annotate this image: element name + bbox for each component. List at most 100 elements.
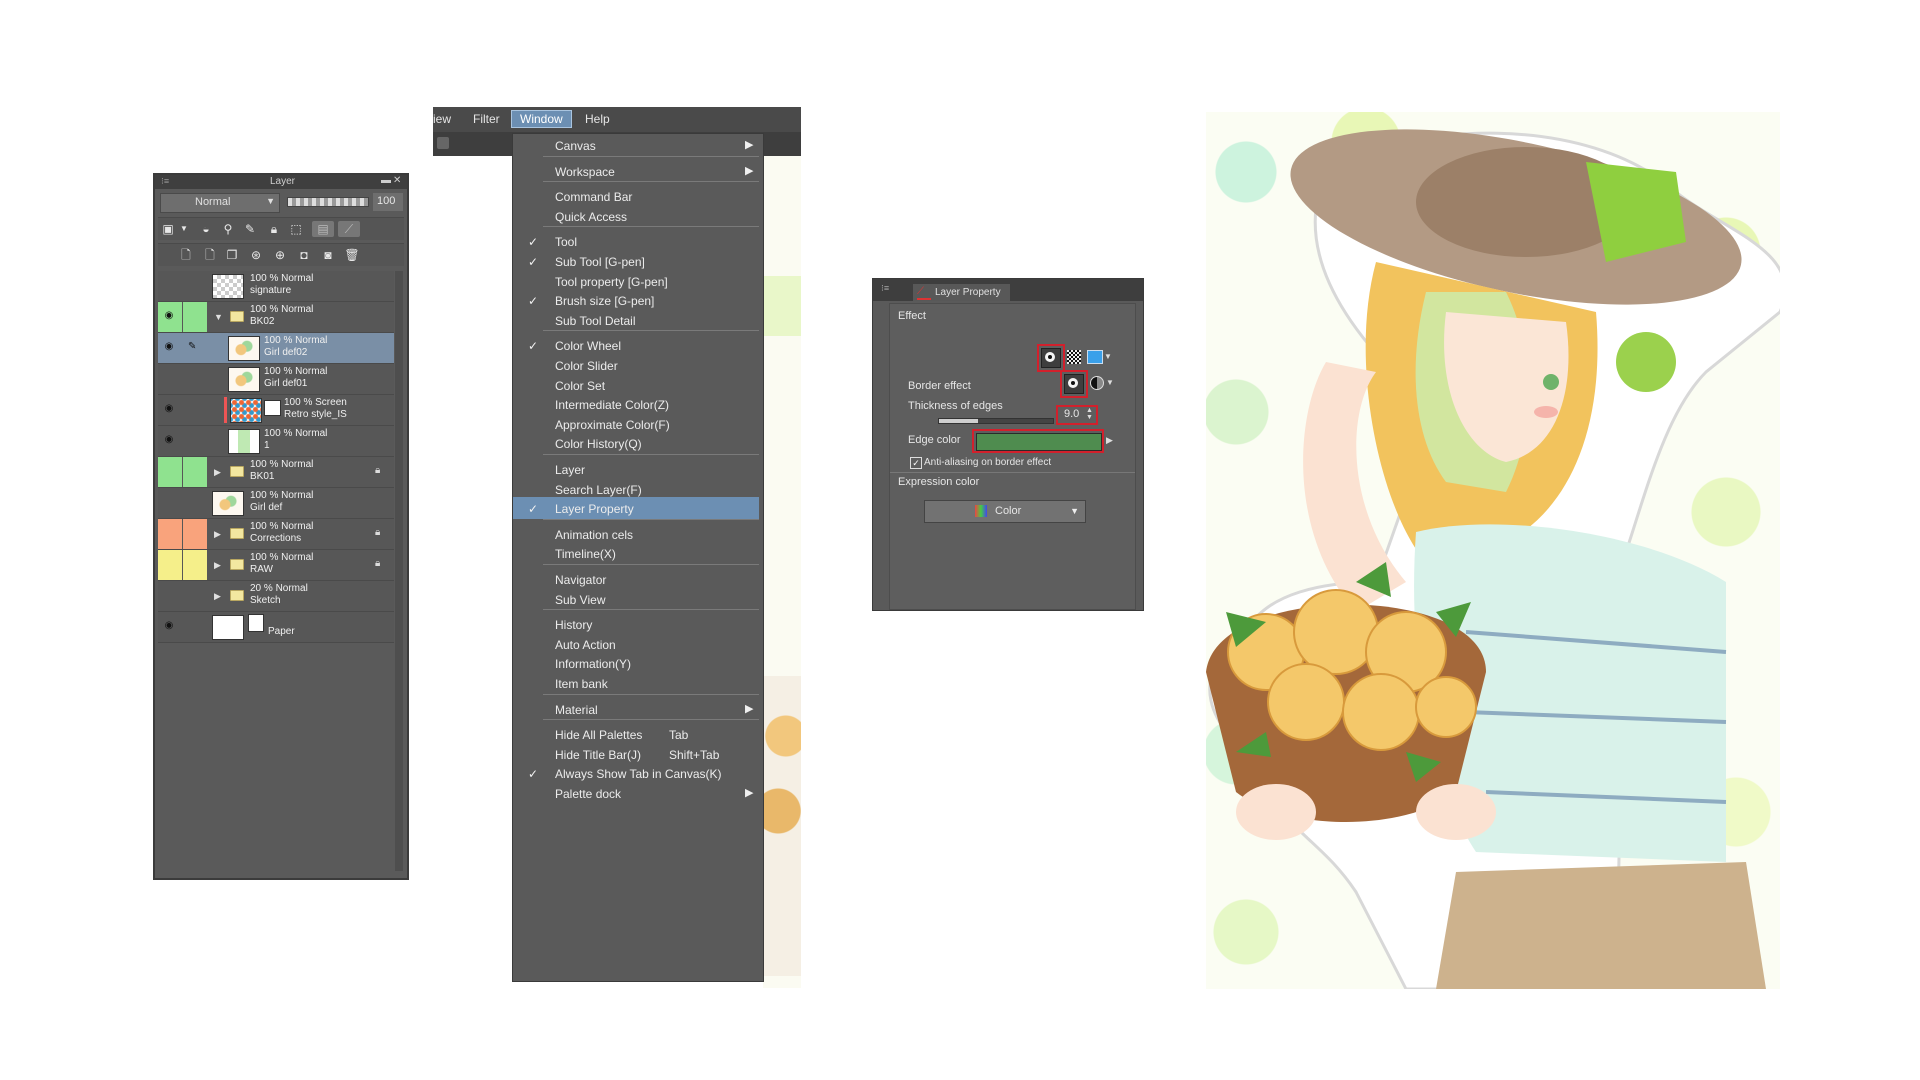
menu-item-label: Quick Access xyxy=(555,209,628,224)
layer-row[interactable]: ▶ 100 % Normal RAW 🔒︎ xyxy=(158,550,394,581)
chevron-right-icon[interactable]: ▶ xyxy=(214,529,221,540)
new-folder-icon[interactable]: ❐ xyxy=(224,247,240,263)
layer-row[interactable]: 100 % Normal signature xyxy=(158,271,394,302)
opacity-spinbox[interactable]: 100 xyxy=(373,193,403,211)
menu-window[interactable]: Window xyxy=(511,110,572,128)
border-effect-toggle[interactable] xyxy=(1041,348,1061,368)
new-vector-layer-icon[interactable]: 🗋 xyxy=(202,247,218,263)
eye-icon[interactable]: ◉ xyxy=(162,341,176,355)
menu-item-label: Workspace xyxy=(555,164,615,179)
tone-effect-icon[interactable] xyxy=(1067,350,1081,364)
layer-name: Corrections xyxy=(250,533,302,544)
new-raster-layer-icon[interactable]: 🗋 xyxy=(178,247,194,263)
menu-item-color-history-q[interactable]: Color History(Q) xyxy=(513,432,759,454)
lock-icon[interactable]: 🔒︎ xyxy=(266,221,282,237)
blend-mode-select[interactable]: Normal ▼ xyxy=(160,193,280,213)
chevron-right-icon[interactable]: ▶ xyxy=(214,560,221,571)
menu-help[interactable]: Help xyxy=(585,112,610,126)
eye-icon[interactable]: ◉ xyxy=(162,310,176,324)
layer-thumbnail xyxy=(212,615,244,640)
layer-row[interactable]: ▶ 20 % Normal Sketch xyxy=(158,581,394,612)
close-icon[interactable]: ✕ xyxy=(393,175,401,186)
edit-target-pen-icon: ✎ xyxy=(188,341,197,352)
chevron-down-icon[interactable]: ▼ xyxy=(176,221,192,237)
layer-row-selected[interactable]: ◉ ✎ 100 % Normal Girl def02 xyxy=(158,333,394,364)
command-bar-icon[interactable] xyxy=(437,137,449,149)
delete-layer-icon[interactable]: 🗑︎ xyxy=(344,247,360,263)
opacity-slider[interactable] xyxy=(287,197,369,207)
edge-color-swatch[interactable] xyxy=(976,433,1102,451)
checkmark-icon: ✓ xyxy=(528,767,539,782)
layer-palette-titlebar[interactable]: ⁝≡ Layer ▬ ✕ xyxy=(155,175,407,189)
chevron-right-icon[interactable]: ▶ xyxy=(214,591,221,602)
menu-item-quick-access[interactable]: Quick Access xyxy=(513,205,759,227)
chevron-right-icon[interactable]: ▶ xyxy=(1106,435,1113,446)
layer-row[interactable]: ◉ ▼ 100 % Normal BK02 xyxy=(158,302,394,333)
layer-color-icon[interactable]: ▣ xyxy=(160,221,176,237)
menu-item-sub-tool-detail[interactable]: Sub Tool Detail xyxy=(513,309,759,331)
menu-filter[interactable]: Filter xyxy=(473,112,500,126)
layer-row[interactable]: 100 % Normal Girl def xyxy=(158,488,394,519)
antialias-label: Anti-aliasing on border effect xyxy=(924,457,1052,468)
layer-color-effect-icon[interactable] xyxy=(1087,350,1103,364)
lock-transparent-icon[interactable]: ⬚ xyxy=(288,221,304,237)
layer-row[interactable]: 100 % Normal Girl def01 xyxy=(158,364,394,395)
menu-item-palette-dock[interactable]: Palette dock ▶ xyxy=(513,782,759,804)
menu-view[interactable]: iew xyxy=(433,112,451,126)
thickness-label: Thickness of edges xyxy=(908,400,1003,412)
menu-item-item-bank[interactable]: Item bank xyxy=(513,672,759,694)
combine-down-icon[interactable]: ⊕ xyxy=(272,247,288,263)
grip-icon[interactable]: ⁝≡ xyxy=(161,176,169,187)
menu-item-label: Search Layer(F) xyxy=(555,482,642,497)
layer-row[interactable]: ◉ 100 % Normal 1 xyxy=(158,426,394,457)
thickness-value[interactable]: 9.0 xyxy=(1064,408,1079,420)
layer-row[interactable]: ▶ 100 % Normal Corrections 🔒︎ xyxy=(158,519,394,550)
eye-icon[interactable]: ◉ xyxy=(162,434,176,448)
menu-item-sub-view[interactable]: Sub View xyxy=(513,588,759,610)
layer-mode: 100 % Normal xyxy=(250,490,314,501)
thickness-slider[interactable] xyxy=(938,418,1054,424)
menu-item-timeline-x[interactable]: Timeline(X) xyxy=(513,542,759,564)
grip-icon[interactable]: ⁝≡ xyxy=(881,283,889,294)
eye-icon[interactable]: ◉ xyxy=(162,620,176,634)
chevron-down-icon[interactable]: ▼ xyxy=(1104,352,1112,361)
clipping-indicator xyxy=(224,397,227,423)
transfer-down-icon[interactable]: ⊛ xyxy=(248,247,264,263)
tab-layer-property[interactable]: ⟋ Layer Property xyxy=(913,284,1010,301)
create-mask-icon[interactable]: ◘ xyxy=(296,247,312,263)
layer-scrollbar[interactable] xyxy=(395,271,403,871)
clip-icon[interactable]: ◒ xyxy=(198,221,214,237)
reference-layer-icon[interactable]: ⚲ xyxy=(220,221,236,237)
border-effect-label: Border effect xyxy=(908,380,971,392)
spin-arrows-icon[interactable]: ▲ ▼ xyxy=(1086,407,1093,421)
edge-option-button[interactable] xyxy=(1064,374,1084,394)
ruler-icon[interactable]: ⟋ xyxy=(338,221,360,237)
layer-row[interactable]: ▶ 100 % Normal BK01 🔒︎ xyxy=(158,457,394,488)
apply-mask-icon[interactable]: ◙ xyxy=(320,247,336,263)
enable-mask-icon[interactable]: ▤ xyxy=(312,221,334,237)
chevron-down-icon[interactable]: ▼ xyxy=(1106,378,1114,387)
layer-name: BK01 xyxy=(250,471,275,482)
layer-row[interactable]: ◉ Paper xyxy=(158,612,394,643)
layer-color-label xyxy=(158,550,182,580)
layer-name: Paper xyxy=(268,626,295,637)
minimize-icon[interactable]: ▬ xyxy=(381,175,391,186)
menu-item-label: Animation cels xyxy=(555,527,634,542)
chevron-right-icon[interactable]: ▶ xyxy=(214,467,221,478)
eye-icon[interactable]: ◉ xyxy=(162,403,176,417)
layer-row[interactable]: ◉ 100 % Screen Retro style_IS xyxy=(158,395,394,426)
draft-layer-icon[interactable]: ✎ xyxy=(242,221,258,237)
watercolor-edge-icon[interactable] xyxy=(1090,376,1104,390)
chevron-down-icon[interactable]: ▼ xyxy=(214,312,223,322)
menu-item-workspace[interactable]: Workspace ▶ xyxy=(513,160,759,182)
menu-item-material[interactable]: Material ▶ xyxy=(513,698,759,720)
layer-mode: 100 % Screen xyxy=(284,397,347,408)
layer-property-content: Effect ▼ Border effect ▼ Thickness of ed… xyxy=(889,303,1136,610)
expression-color-value: Color xyxy=(995,505,1022,517)
layer-property-icon: ⟋ xyxy=(917,286,931,300)
menu-item-layer-property[interactable]: ✓ Layer Property xyxy=(513,497,759,520)
expression-color-select[interactable]: Color ▼ xyxy=(924,500,1086,523)
antialias-checkbox[interactable]: ✓ xyxy=(910,457,922,469)
girl-illustration xyxy=(1206,129,1780,989)
menu-item-canvas[interactable]: Canvas ▶ xyxy=(513,134,759,156)
